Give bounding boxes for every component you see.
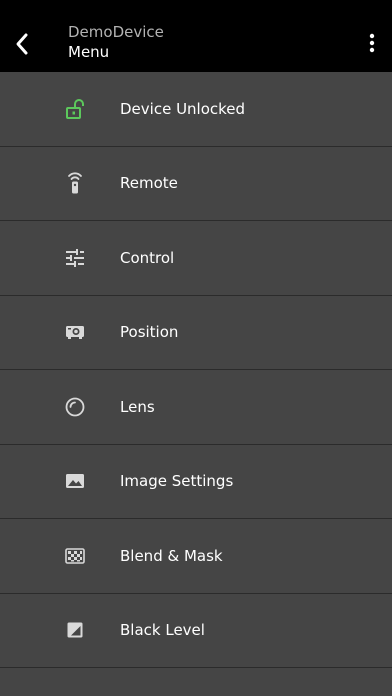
unlocked-icon xyxy=(62,96,88,122)
menu-item-remote[interactable]: Remote xyxy=(0,146,392,221)
menu-item-lens[interactable]: Lens xyxy=(0,370,392,445)
checkerboard-icon xyxy=(62,543,88,569)
device-name: DemoDevice xyxy=(68,23,164,41)
app-bar: DemoDevice Menu xyxy=(0,0,392,72)
page-title: Menu xyxy=(68,43,110,61)
menu-item-label: Lens xyxy=(120,397,155,416)
menu-item-black-level[interactable]: Black Level xyxy=(0,593,392,668)
projector-icon xyxy=(62,319,88,345)
menu-item-image-settings[interactable]: Image Settings xyxy=(0,444,392,519)
back-button[interactable] xyxy=(6,24,38,64)
menu-item-label: Blend & Mask xyxy=(120,546,223,565)
image-icon xyxy=(62,468,88,494)
remote-icon xyxy=(62,170,88,196)
menu-item-blend-mask[interactable]: Blend & Mask xyxy=(0,519,392,594)
tune-icon xyxy=(62,245,88,271)
lens-icon xyxy=(62,394,88,420)
menu-item-position[interactable]: Position xyxy=(0,295,392,370)
menu-item-label: Position xyxy=(120,323,179,342)
menu-item-control[interactable]: Control xyxy=(0,221,392,296)
menu-item-label: Remote xyxy=(120,174,178,193)
menu-item-label: Control xyxy=(120,248,175,267)
contrast-icon xyxy=(62,617,88,643)
more-vertical-icon xyxy=(369,33,375,53)
menu-item-device-unlocked[interactable]: Device Unlocked xyxy=(0,72,392,147)
more-options-button[interactable] xyxy=(362,26,382,60)
chevron-left-icon xyxy=(16,33,28,55)
menu-list: Device Unlocked Remote Control Position … xyxy=(0,72,392,668)
menu-item-label: Device Unlocked xyxy=(120,99,246,118)
app-bar-titles: DemoDevice Menu xyxy=(68,22,164,62)
menu-item-label: Black Level xyxy=(120,621,205,640)
menu-item-label: Image Settings xyxy=(120,472,234,491)
